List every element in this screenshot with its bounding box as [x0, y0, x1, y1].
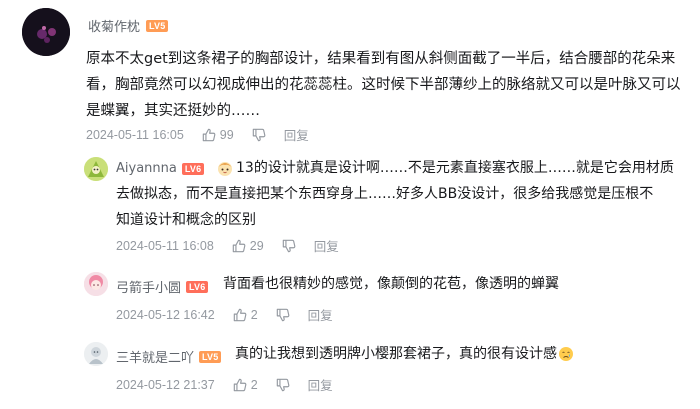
cute-face-emoji-icon [218, 162, 232, 176]
dislike-button[interactable] [252, 128, 266, 142]
thumbs-down-icon [282, 239, 296, 252]
comment-text: 原本不太get到这条裙子的胸部设计，结果看到有图从斜侧面截了一半后，结合腰部的花… [86, 46, 681, 124]
avatar[interactable] [84, 272, 108, 296]
avatar-image [22, 8, 70, 56]
like-count: 2 [250, 377, 258, 392]
level-badge: LV5 [146, 19, 169, 32]
reply-text: 13的设计就真是设计啊……不是元素直接塞衣服上……就是它会用材质 去做拟态，而不… [116, 155, 674, 233]
dislike-button[interactable] [282, 239, 296, 253]
level-badge: LV5 [199, 350, 222, 363]
thumbs-up-icon [233, 308, 247, 321]
thumbs-up-icon [232, 239, 246, 252]
comment-line: 是蝶翼，其实还挺妙的…… [86, 103, 260, 119]
avatar[interactable] [84, 157, 108, 181]
timestamp: 2024-05-11 16:08 [116, 238, 214, 253]
reply-text: 背面看也很精妙的感觉，像颠倒的花苞，像透明的蝉翼 [223, 276, 559, 292]
comment-line: 原本不太get到这条裙子的胸部设计，结果看到有图从斜侧面截了一半后，结合腰部的花… [86, 51, 676, 67]
thumbs-down-icon [252, 128, 266, 141]
like-button[interactable]: 2 [233, 308, 258, 322]
reply-button[interactable]: 回复 [284, 125, 309, 144]
dislike-button[interactable] [276, 308, 290, 322]
reply-line: 去做拟态，而不是直接把某个东西穿身上……好多人BB没设计，很多给我感觉是压根不 [116, 186, 654, 202]
reply-line: 真的让我想到透明牌小樱那套裙子，真的很有设计感 [235, 346, 557, 362]
reply-button[interactable]: 回复 [314, 236, 339, 255]
thumbs-up-icon [233, 378, 247, 391]
avatar-image [84, 272, 108, 296]
like-button[interactable]: 99 [202, 128, 234, 142]
thumbs-up-icon [202, 128, 216, 141]
reply-meta: 2024-05-11 16:08 29 回复 [116, 236, 339, 255]
avatar[interactable] [84, 342, 108, 366]
like-count: 2 [250, 307, 258, 322]
reply-button[interactable]: 回复 [308, 305, 333, 324]
reply-text: 真的让我想到透明牌小樱那套裙子，真的很有设计感 [235, 341, 574, 367]
timestamp: 2024-05-11 16:05 [86, 127, 184, 142]
reply-meta: 2024-05-12 21:37 2 回复 [116, 375, 333, 394]
dislike-button[interactable] [276, 378, 290, 392]
reply-line: 知道设计和概念的区别 [116, 212, 256, 228]
timestamp: 2024-05-12 16:42 [116, 307, 215, 322]
timestamp: 2024-05-12 21:37 [116, 377, 215, 392]
avatar-image [84, 342, 108, 366]
thumbs-down-icon [276, 308, 290, 321]
reply-button[interactable]: 回复 [308, 375, 333, 394]
comment-line: 看，胸部竟然可以幻视成伸出的花蕊蕊柱。这时候下半部薄纱上的脉络就又可以是叶脉又可… [86, 77, 681, 93]
username[interactable]: 三羊就是二吖 [116, 347, 194, 366]
reply-line: 13的设计就真是设计啊……不是元素直接塞衣服上……就是它会用材质 [236, 160, 674, 176]
like-button[interactable]: 29 [232, 239, 264, 253]
like-count: 29 [249, 238, 264, 253]
comment-meta: 2024-05-11 16:05 99 回复 [86, 125, 309, 144]
username[interactable]: 弓箭手小圆 [116, 277, 181, 296]
avatar-image [84, 157, 108, 181]
like-button[interactable]: 2 [233, 378, 258, 392]
like-count: 99 [219, 127, 234, 142]
cry-emoji-icon [558, 346, 574, 362]
avatar[interactable] [22, 8, 70, 56]
thumbs-down-icon [276, 378, 290, 391]
reply-meta: 2024-05-12 16:42 2 回复 [116, 305, 333, 324]
username[interactable]: 收菊作枕 [88, 16, 140, 35]
level-badge: LV6 [186, 280, 209, 293]
